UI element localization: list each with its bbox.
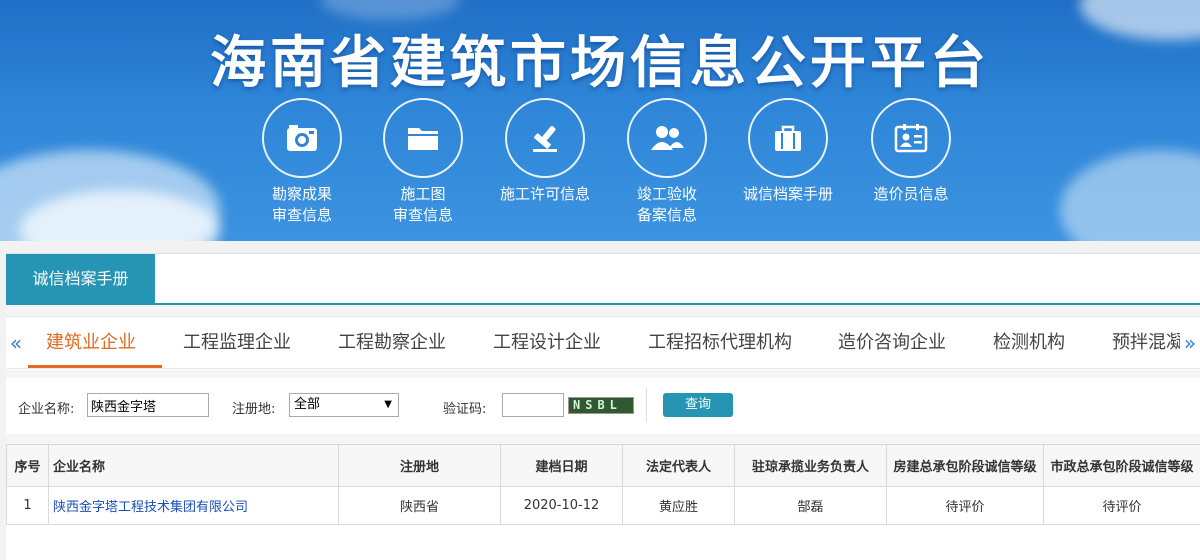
captcha-image[interactable]: NSBL bbox=[568, 397, 634, 414]
col-header-company: 企业名称 bbox=[48, 444, 339, 487]
top-nav: 勘察成果 审查信息 施工图 审查信息 施工许可信息 竣工验收 备案信息 诚信档案… bbox=[0, 98, 1200, 228]
spacer bbox=[6, 305, 1200, 317]
nav-label: 施工图 审查信息 bbox=[392, 185, 453, 224]
folder-icon bbox=[383, 98, 463, 178]
nav-label: 诚信档案手册 bbox=[742, 185, 833, 203]
cell-region: 陕西省 bbox=[338, 486, 501, 525]
tab-cost-consulting[interactable]: 造价咨询企业 bbox=[838, 317, 946, 368]
nav-label: 竣工验收 备案信息 bbox=[636, 185, 697, 224]
users-icon bbox=[627, 98, 707, 178]
main-panel: 诚信档案手册 « 建筑业企业 工程监理企业 工程勘察企业 工程设计企业 工程招标… bbox=[6, 253, 1200, 560]
captcha-input[interactable] bbox=[502, 393, 564, 417]
caret-down-icon: ▼ bbox=[384, 399, 392, 410]
query-button[interactable]: 查询 bbox=[663, 393, 733, 417]
divider bbox=[646, 388, 647, 422]
tab-survey-enterprise[interactable]: 工程勘察企业 bbox=[338, 317, 446, 368]
company-link[interactable]: 陕西金字塔工程技术集团有限公司 bbox=[48, 486, 339, 525]
search-form: 企业名称: 注册地: 全部 ▼ 验证码: NSBL 查询 bbox=[6, 378, 1200, 434]
nav-survey-review[interactable]: 勘察成果 审查信息 bbox=[237, 98, 367, 226]
region-label: 注册地: bbox=[232, 402, 276, 417]
stamp-icon bbox=[505, 98, 585, 178]
spacer bbox=[6, 434, 1200, 444]
nav-credit-manual[interactable]: 诚信档案手册 bbox=[723, 98, 853, 205]
header-banner: 海南省建筑市场信息公开平台 勘察成果 审查信息 施工图 审查信息 施工许可信息 … bbox=[0, 0, 1200, 241]
col-header-no: 序号 bbox=[6, 444, 49, 487]
tab-construction-enterprise[interactable]: 建筑业企业 bbox=[46, 317, 136, 368]
briefcase-icon bbox=[748, 98, 828, 178]
nav-label: 施工许可信息 bbox=[499, 185, 590, 203]
col-header-date: 建档日期 bbox=[500, 444, 623, 487]
tab-ready-mix-concrete[interactable]: 预拌混凝 bbox=[1112, 317, 1184, 368]
category-tabs: « 建筑业企业 工程监理企业 工程勘察企业 工程设计企业 工程招标代理机构 造价… bbox=[6, 317, 1200, 369]
company-name-input[interactable] bbox=[87, 393, 209, 417]
col-header-municipal-grade: 市政总承包阶段诚信等级 bbox=[1043, 444, 1200, 487]
tab-testing-agency[interactable]: 检测机构 bbox=[993, 317, 1065, 368]
col-header-building-grade: 房建总承包阶段诚信等级 bbox=[886, 444, 1044, 487]
nav-drawing-review[interactable]: 施工图 审查信息 bbox=[358, 98, 488, 226]
cell-legal-rep: 黄应胜 bbox=[622, 486, 735, 525]
col-header-legal-rep: 法定代表人 bbox=[622, 444, 735, 487]
nav-label: 勘察成果 审查信息 bbox=[271, 185, 332, 224]
cell-no: 1 bbox=[6, 486, 49, 525]
cell-date: 2020-10-12 bbox=[500, 486, 623, 525]
region-select-value: 全部 bbox=[294, 397, 321, 412]
company-name-label: 企业名称: bbox=[18, 402, 75, 417]
cell-building-grade: 待评价 bbox=[886, 486, 1044, 525]
results-table: 序号 企业名称 注册地 建档日期 法定代表人 驻琼承揽业务负责人 房建总承包阶段… bbox=[6, 444, 1200, 525]
tab-bidding-agency[interactable]: 工程招标代理机构 bbox=[648, 317, 792, 368]
active-tab-indicator bbox=[28, 365, 162, 368]
double-chevron-right-icon[interactable]: » bbox=[1180, 329, 1200, 357]
captcha-label: 验证码: bbox=[443, 402, 487, 417]
cell-local-manager: 郜磊 bbox=[734, 486, 887, 525]
col-header-local-manager: 驻琼承揽业务负责人 bbox=[734, 444, 887, 487]
nav-cost-engineer[interactable]: 造价员信息 bbox=[846, 98, 976, 205]
col-header-region: 注册地 bbox=[338, 444, 501, 487]
camera-icon bbox=[262, 98, 342, 178]
table-row: 1 陕西金字塔工程技术集团有限公司 陕西省 2020-10-12 黄应胜 郜磊 … bbox=[6, 486, 1200, 525]
tab-design-enterprise[interactable]: 工程设计企业 bbox=[493, 317, 601, 368]
double-chevron-left-icon[interactable]: « bbox=[6, 329, 26, 357]
section-title-tab[interactable]: 诚信档案手册 bbox=[6, 254, 155, 304]
spacer bbox=[6, 370, 1200, 378]
table-header-row: 序号 企业名称 注册地 建档日期 法定代表人 驻琼承揽业务负责人 房建总承包阶段… bbox=[6, 444, 1200, 487]
cell-municipal-grade: 待评价 bbox=[1043, 486, 1200, 525]
nav-completion-acceptance[interactable]: 竣工验收 备案信息 bbox=[602, 98, 732, 226]
site-title: 海南省建筑市场信息公开平台 bbox=[210, 31, 990, 96]
tab-supervision-enterprise[interactable]: 工程监理企业 bbox=[183, 317, 291, 368]
id-card-icon bbox=[871, 98, 951, 178]
nav-construction-permit[interactable]: 施工许可信息 bbox=[480, 98, 610, 205]
region-select[interactable]: 全部 ▼ bbox=[289, 393, 399, 417]
nav-label: 造价员信息 bbox=[873, 185, 949, 203]
cloud-decoration bbox=[320, 0, 460, 20]
